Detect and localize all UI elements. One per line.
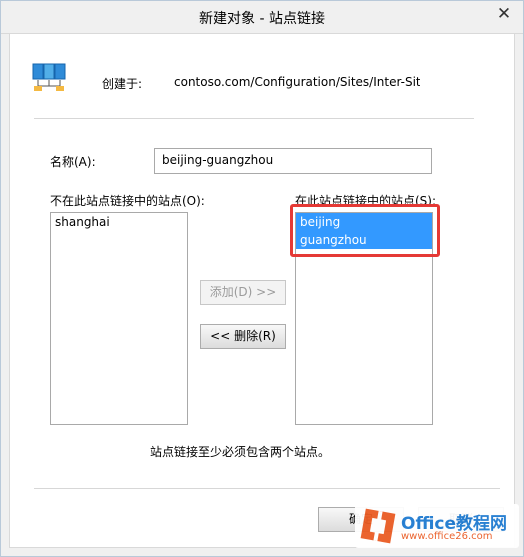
list-item[interactable]: shanghai [51, 213, 187, 231]
site-link-icon [32, 63, 66, 91]
watermark: Office教程网 www.office26.com [355, 504, 519, 548]
name-label: 名称(A): [50, 155, 96, 169]
watermark-url: www.office26.com [401, 531, 493, 542]
close-button[interactable]: ✕ [493, 3, 515, 25]
selection-highlight [290, 204, 440, 257]
created-in-path: contoso.com/Configuration/Sites/Inter-Si… [174, 75, 420, 89]
left-list-label: 不在此站点链接中的站点(O): [50, 194, 205, 208]
dialog-content: 创建于: contoso.com/Configuration/Sites/Int… [9, 33, 515, 548]
name-input[interactable]: beijing-guangzhou [154, 148, 432, 174]
add-button[interactable]: 添加(D) >> [200, 280, 286, 305]
remove-button[interactable]: << 删除(R) [200, 324, 286, 349]
bottom-separator [34, 488, 500, 489]
requirement-note: 站点链接至少必须包含两个站点。 [150, 445, 331, 459]
available-sites-list[interactable]: shanghai [50, 212, 188, 425]
created-in-label: 创建于: [102, 77, 143, 91]
new-site-link-dialog: 新建对象 - 站点链接 ✕ 创建于: contoso.com/Configura… [0, 0, 524, 557]
dialog-title: 新建对象 - 站点链接 [199, 11, 325, 27]
office-logo-icon [360, 508, 396, 544]
top-separator [34, 118, 474, 119]
title-bar: 新建对象 - 站点链接 ✕ [1, 1, 523, 34]
